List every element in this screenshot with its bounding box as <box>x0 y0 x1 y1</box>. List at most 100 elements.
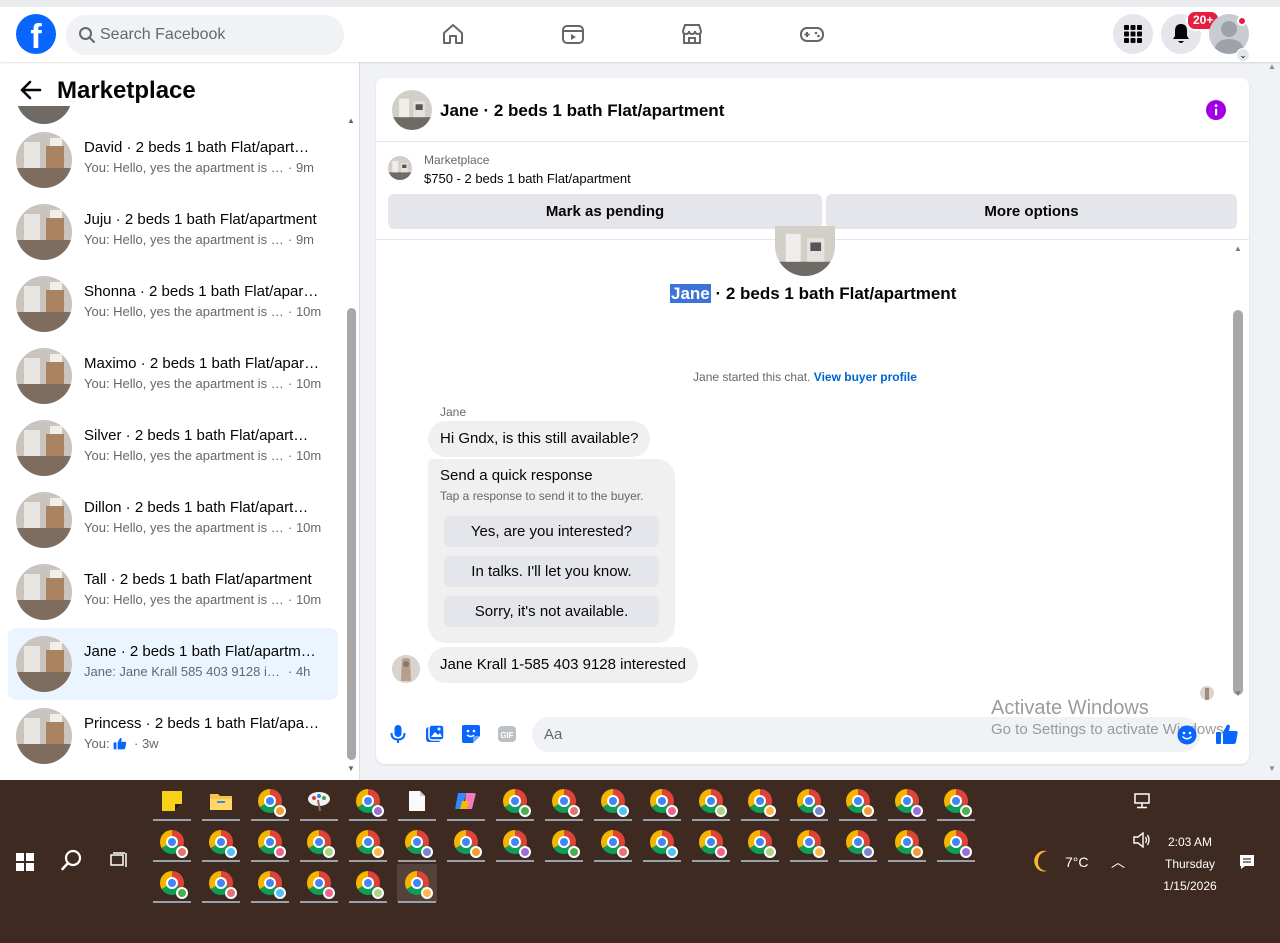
weather-moon-icon[interactable] <box>1032 849 1056 873</box>
chrome-profile-app-icon[interactable] <box>250 782 290 821</box>
mark-as-pending-button[interactable]: Mark as pending <box>388 194 822 229</box>
file-explorer-app-icon[interactable] <box>201 782 241 821</box>
chrome-profile-app-icon[interactable] <box>544 782 584 821</box>
chrome-profile-app-icon[interactable] <box>397 864 437 903</box>
thumbs-up-icon[interactable] <box>1215 723 1239 745</box>
facebook-logo[interactable]: f <box>16 14 56 54</box>
microphone-icon[interactable] <box>390 724 406 744</box>
top-navigation-bar: f 20+ ⌄ <box>0 0 1280 62</box>
chrome-profile-app-icon[interactable] <box>740 823 780 862</box>
page-scroll-down-arrow[interactable]: ▼ <box>1268 764 1276 773</box>
chrome-profile-app-icon[interactable] <box>593 823 633 862</box>
conversation-list-item[interactable]: Tall · 2 beds 1 bath Flat/apartment You: … <box>8 556 338 628</box>
list-item-partial[interactable] <box>8 106 338 124</box>
chrome-profile-app-icon[interactable] <box>201 864 241 903</box>
chrome-profile-app-icon[interactable] <box>250 823 290 862</box>
search-input[interactable] <box>100 15 330 55</box>
windows-start-icon[interactable] <box>16 853 34 871</box>
quick-reply-interested-button[interactable]: Yes, are you interested? <box>444 516 659 547</box>
conversation-list-item[interactable]: David · 2 beds 1 bath Flat/apartment You:… <box>8 124 338 196</box>
taskbar-search-icon[interactable] <box>61 849 83 871</box>
chrome-profile-app-icon[interactable] <box>348 864 388 903</box>
show-hidden-icons-chevron-icon[interactable]: ︿ <box>1111 852 1125 872</box>
info-icon[interactable] <box>1206 100 1226 120</box>
copilot-app-icon[interactable] <box>446 782 486 821</box>
chrome-profile-app-icon[interactable] <box>838 823 878 862</box>
chrome-profile-app-icon[interactable] <box>495 782 535 821</box>
chrome-profile-app-icon[interactable] <box>299 864 339 903</box>
room-photo-icon <box>16 420 72 476</box>
chrome-profile-app-icon[interactable] <box>152 823 192 862</box>
watch-icon[interactable] <box>560 21 586 47</box>
marketplace-icon[interactable] <box>679 21 705 47</box>
notification-center-icon[interactable] <box>1239 854 1255 870</box>
chrome-profile-app-icon[interactable] <box>544 823 584 862</box>
page-scroll-up-arrow[interactable]: ▲ <box>1268 62 1276 71</box>
back-arrow-icon[interactable] <box>20 80 42 100</box>
conversation-list-item[interactable]: Silver · 2 beds 1 bath Flat/apartment You… <box>8 412 338 484</box>
chrome-profile-app-icon[interactable] <box>691 823 731 862</box>
listing-thumbnail[interactable] <box>392 90 432 130</box>
chrome-profile-app-icon[interactable] <box>593 782 633 821</box>
chrome-profile-app-icon[interactable] <box>936 782 976 821</box>
paint-app-icon[interactable] <box>299 782 339 821</box>
chrome-profile-app-icon[interactable] <box>152 864 192 903</box>
chrome-profile-app-icon[interactable] <box>495 823 535 862</box>
more-options-button[interactable]: More options <box>826 194 1237 229</box>
listing-thumbnail-small[interactable] <box>388 156 412 180</box>
conversation-title[interactable]: Jane · 2 beds 1 bath Flat/apartment <box>440 101 724 121</box>
gif-icon[interactable]: GIF <box>497 724 517 744</box>
sidebar-scrollbar-thumb[interactable] <box>347 308 356 760</box>
chrome-profile-app-icon[interactable] <box>740 782 780 821</box>
sticker-icon[interactable] <box>461 724 481 744</box>
chrome-profile-app-icon[interactable] <box>348 823 388 862</box>
chrome-profile-app-icon[interactable] <box>838 782 878 821</box>
conversation-list-item[interactable]: Juju · 2 beds 1 bath Flat/apartment You: … <box>8 196 338 268</box>
chrome-profile-app-icon[interactable] <box>397 823 437 862</box>
chrome-icon <box>552 830 580 858</box>
conversation-name: Silver · 2 beds 1 bath Flat/apartment <box>84 427 320 444</box>
chevron-down-icon[interactable]: ⌄ <box>1236 48 1250 62</box>
chat-scroll-down-arrow[interactable]: ▼ <box>1234 689 1242 698</box>
chrome-profile-app-icon[interactable] <box>887 823 927 862</box>
incoming-message-bubble: Jane Krall 1-585 403 9128 interested <box>428 647 699 683</box>
chat-scroll-up-arrow[interactable]: ▲ <box>1234 244 1242 253</box>
buyer-avatar[interactable] <box>392 655 420 683</box>
home-icon[interactable] <box>440 21 466 47</box>
sticky-notes-app-icon[interactable] <box>152 782 192 821</box>
chrome-profile-app-icon[interactable] <box>789 823 829 862</box>
search-box[interactable] <box>66 15 344 55</box>
chrome-profile-app-icon[interactable] <box>201 823 241 862</box>
chrome-profile-app-icon[interactable] <box>642 782 682 821</box>
quick-reply-in-talks-button[interactable]: In talks. I'll let you know. <box>444 556 659 587</box>
weather-temperature[interactable]: 7°C <box>1065 854 1089 870</box>
quick-reply-not-available-button[interactable]: Sorry, it's not available. <box>444 596 659 627</box>
chrome-profile-app-icon[interactable] <box>446 823 486 862</box>
chrome-profile-app-icon[interactable] <box>299 823 339 862</box>
menu-button[interactable] <box>1113 14 1153 54</box>
system-clock[interactable]: 2:03 AM Thursday 1/15/2026 <box>1152 831 1228 897</box>
conversation-list-item[interactable]: Dillon · 2 beds 1 bath Flat/apartment You… <box>8 484 338 556</box>
listing-price[interactable]: $750 - 2 beds 1 bath Flat/apartment <box>424 171 631 186</box>
chrome-profile-app-icon[interactable] <box>936 823 976 862</box>
chrome-profile-app-icon[interactable] <box>691 782 731 821</box>
conversation-list-item[interactable]: Jane · 2 beds 1 bath Flat/apartment Jane:… <box>8 628 338 700</box>
emoji-icon[interactable] <box>1177 725 1197 745</box>
chrome-profile-app-icon[interactable] <box>789 782 829 821</box>
view-buyer-profile-link[interactable]: View buyer profile <box>814 370 917 384</box>
chrome-profile-app-icon[interactable] <box>348 782 388 821</box>
network-icon[interactable] <box>1133 793 1151 809</box>
notepad-app-icon[interactable] <box>397 782 437 821</box>
chat-scrollbar-thumb[interactable] <box>1233 310 1243 695</box>
conversation-list-item[interactable]: Maximo · 2 beds 1 bath Flat/apartment You… <box>8 340 338 412</box>
photo-icon[interactable] <box>425 724 445 744</box>
conversation-list-item[interactable]: Princess · 2 beds 1 bath Flat/apartment Y… <box>8 700 338 772</box>
gaming-icon[interactable] <box>799 21 825 47</box>
volume-icon[interactable] <box>1133 832 1151 848</box>
chrome-profile-app-icon[interactable] <box>887 782 927 821</box>
chrome-profile-app-icon[interactable] <box>250 864 290 903</box>
task-view-icon[interactable] <box>110 852 128 868</box>
conversation-time: · 3w <box>134 736 159 751</box>
conversation-list-item[interactable]: Shonna · 2 beds 1 bath Flat/apartment You… <box>8 268 338 340</box>
chrome-profile-app-icon[interactable] <box>642 823 682 862</box>
